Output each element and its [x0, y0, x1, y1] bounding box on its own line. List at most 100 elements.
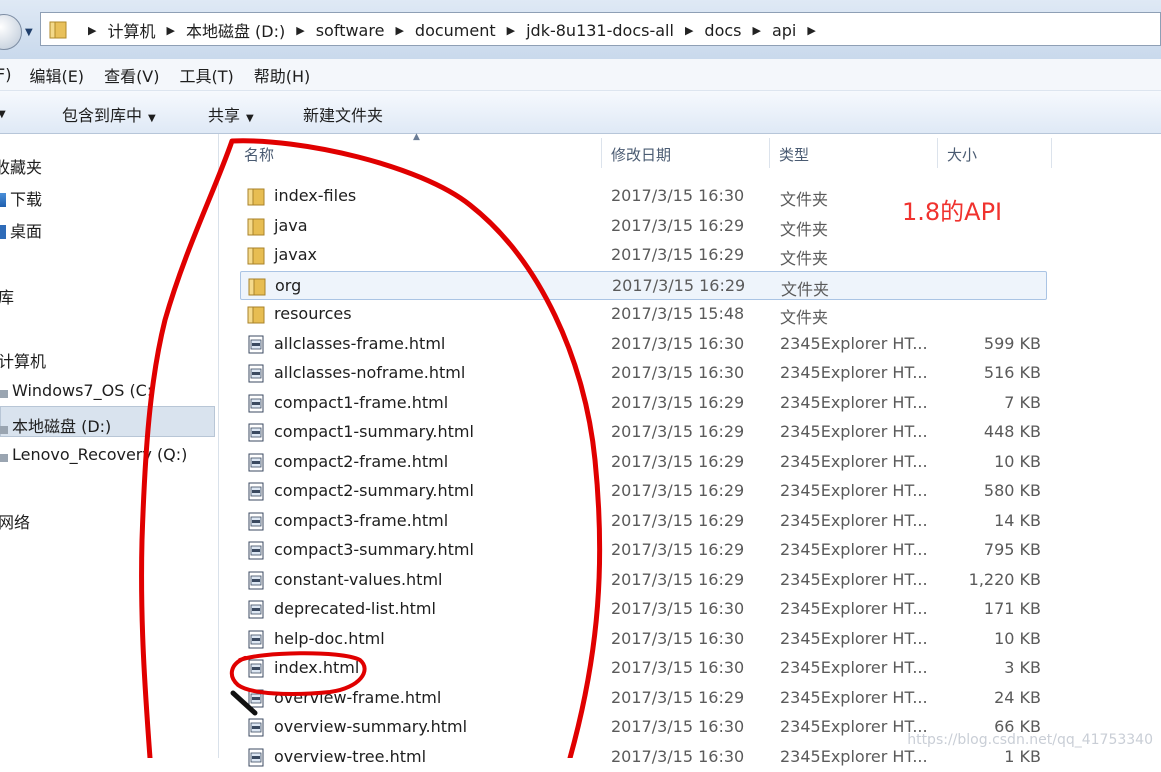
- file-type: 2345Explorer HT...: [780, 540, 932, 559]
- file-name: compact3-summary.html: [274, 540, 474, 559]
- breadcrumb-item[interactable]: jdk-8u131-docs-all: [526, 21, 674, 40]
- file-size: 24 KB: [940, 688, 1041, 707]
- file-row[interactable]: constant-values.html2017/3/15 16:292345E…: [240, 566, 1047, 596]
- new-folder-button[interactable]: 新建文件夹: [303, 102, 383, 126]
- organize-dropdown-icon[interactable]: ▼: [0, 102, 6, 121]
- nav-drive-c-label: Windows7_OS (C:: [12, 381, 152, 400]
- breadcrumb-item[interactable]: 计算机: [107, 18, 155, 42]
- menu-item[interactable]: 编辑(E): [29, 63, 84, 87]
- file-name: compact2-summary.html: [274, 481, 474, 500]
- nav-computer-label: 计算机: [0, 352, 46, 371]
- column-header-size[interactable]: 大小: [947, 144, 977, 165]
- history-dropdown-icon[interactable]: ▼: [25, 27, 33, 38]
- file-row[interactable]: javax2017/3/15 16:29文件夹: [240, 241, 1047, 271]
- file-date: 2017/3/15 16:29: [611, 216, 744, 235]
- file-size: 3 KB: [940, 658, 1041, 677]
- column-header-name[interactable]: 名称: [244, 144, 274, 165]
- file-row[interactable]: allclasses-frame.html2017/3/15 16:302345…: [240, 330, 1047, 360]
- file-size: 10 KB: [940, 629, 1041, 648]
- nav-favorites[interactable]: 收藏夹: [0, 154, 42, 178]
- address-bar-area: ▼ ▶ 计算机 ▶ 本地磁盘 (D:) ▶ software ▶ document ▶ jdk-8…: [0, 0, 1161, 59]
- nav-downloads-label: 下载: [10, 190, 42, 209]
- address-bar[interactable]: ▶ 计算机 ▶ 本地磁盘 (D:) ▶ software ▶ document ▶ jdk-8u1…: [40, 12, 1161, 46]
- nav-drive-d-label: 本地磁盘 (D:): [12, 417, 111, 436]
- nav-downloads[interactable]: 下载: [0, 186, 42, 210]
- breadcrumb-separator-icon[interactable]: ▶: [88, 24, 96, 37]
- file-type: 2345Explorer HT...: [780, 481, 932, 500]
- desktop-icon: [0, 225, 6, 239]
- column-header-type[interactable]: 类型: [779, 144, 809, 165]
- breadcrumb-separator-icon[interactable]: ▶: [752, 24, 760, 37]
- nav-computer[interactable]: 计算机: [0, 348, 46, 372]
- file-name: index.html: [274, 658, 359, 677]
- file-row[interactable]: compact1-summary.html2017/3/15 16:292345…: [240, 418, 1047, 448]
- file-date: 2017/3/15 16:29: [611, 481, 744, 500]
- file-name: overview-frame.html: [274, 688, 441, 707]
- file-name: javax: [274, 245, 317, 264]
- menu-item[interactable]: 工具(T): [180, 63, 234, 87]
- column-divider[interactable]: [769, 138, 770, 168]
- file-date: 2017/3/15 16:29: [611, 688, 744, 707]
- breadcrumb-separator-icon[interactable]: ▶: [166, 24, 174, 37]
- file-name: java: [274, 216, 308, 235]
- breadcrumb-separator-icon[interactable]: ▶: [296, 24, 304, 37]
- file-row[interactable]: deprecated-list.html2017/3/15 16:302345E…: [240, 595, 1047, 625]
- file-row[interactable]: org2017/3/15 16:29文件夹: [240, 271, 1047, 301]
- back-button[interactable]: [0, 14, 22, 50]
- breadcrumb-item[interactable]: api: [772, 21, 796, 40]
- html-file-icon: [247, 512, 265, 531]
- drive-icon: [0, 426, 8, 434]
- breadcrumb-separator-icon[interactable]: ▶: [807, 24, 815, 37]
- nav-desktop-label: 桌面: [10, 222, 42, 241]
- file-row[interactable]: index.html2017/3/15 16:302345Explorer HT…: [240, 654, 1047, 684]
- breadcrumb-item[interactable]: software: [316, 21, 385, 40]
- file-row[interactable]: compact1-frame.html2017/3/15 16:292345Ex…: [240, 389, 1047, 419]
- share-button[interactable]: 共享▼: [208, 102, 254, 126]
- column-divider[interactable]: [937, 138, 938, 168]
- nav-drive-q[interactable]: Lenovo_Recovery (Q:): [0, 445, 187, 464]
- file-row[interactable]: compact3-frame.html2017/3/15 16:292345Ex…: [240, 507, 1047, 537]
- breadcrumb: ▶ 计算机 ▶ 本地磁盘 (D:) ▶ software ▶ document ▶ jdk-8u1…: [77, 19, 827, 41]
- file-type: 文件夹: [781, 276, 933, 300]
- nav-libraries[interactable]: 库: [0, 284, 14, 308]
- file-row[interactable]: compact2-summary.html 2017/3/15 16:29 2345…: [240, 477, 1047, 507]
- file-type: 2345Explorer HT...: [780, 629, 932, 648]
- file-row[interactable]: overview-frame.html2017/3/15 16:292345Ex…: [240, 684, 1047, 714]
- breadcrumb-item[interactable]: 本地磁盘 (D:): [186, 18, 285, 42]
- html-file-icon: [247, 364, 265, 383]
- file-type: 2345Explorer HT...: [780, 511, 932, 530]
- file-row[interactable]: compact3-summary.html2017/3/15 16:292345…: [240, 536, 1047, 566]
- file-row[interactable]: compact2-frame.html2017/3/15 16:292345Ex…: [240, 448, 1047, 478]
- breadcrumb-item[interactable]: document: [415, 21, 496, 40]
- file-date: 2017/3/15 16:29: [611, 245, 744, 264]
- breadcrumb-item[interactable]: docs: [704, 21, 741, 40]
- column-header-row: ▲ 名称 修改日期 类型 大小: [220, 134, 1052, 172]
- nav-desktop[interactable]: 桌面: [0, 218, 42, 242]
- include-in-library-label: 包含到库中: [62, 106, 142, 125]
- file-type: 2345Explorer HT...: [780, 452, 932, 471]
- file-name: compact3-frame.html: [274, 511, 448, 530]
- menu-item[interactable]: 查看(V): [104, 63, 159, 87]
- file-row[interactable]: resources2017/3/15 15:48文件夹: [240, 300, 1047, 330]
- chevron-down-icon: ▼: [148, 113, 156, 124]
- file-name: compact1-frame.html: [274, 393, 448, 412]
- column-divider[interactable]: [1051, 138, 1052, 168]
- breadcrumb-separator-icon[interactable]: ▶: [685, 24, 693, 37]
- breadcrumb-separator-icon[interactable]: ▶: [395, 24, 403, 37]
- file-name: overview-tree.html: [274, 747, 426, 766]
- file-row[interactable]: allclasses-noframe.html2017/3/15 16:3023…: [240, 359, 1047, 389]
- nav-network[interactable]: 网络: [0, 509, 30, 533]
- menu-item[interactable]: F): [0, 65, 11, 84]
- file-row[interactable]: help-doc.html2017/3/15 16:302345Explorer…: [240, 625, 1047, 655]
- html-file-icon: [247, 453, 265, 472]
- column-divider[interactable]: [601, 138, 602, 168]
- nav-drive-c[interactable]: Windows7_OS (C:: [0, 381, 152, 400]
- chevron-down-icon: ▼: [246, 113, 254, 124]
- html-file-icon: [247, 600, 265, 619]
- file-date: 2017/3/15 16:29: [611, 452, 744, 471]
- breadcrumb-separator-icon[interactable]: ▶: [507, 24, 515, 37]
- menu-item[interactable]: 帮助(H): [254, 63, 311, 87]
- nav-drive-d[interactable]: 本地磁盘 (D:): [0, 413, 111, 437]
- include-in-library-button[interactable]: 包含到库中 ▼: [62, 102, 156, 126]
- column-header-date[interactable]: 修改日期: [611, 144, 671, 165]
